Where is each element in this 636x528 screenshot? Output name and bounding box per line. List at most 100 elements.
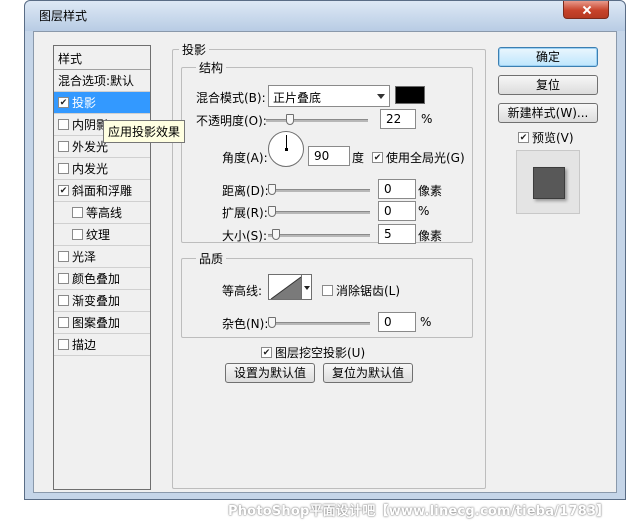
noise-unit: %	[420, 315, 432, 329]
anti-alias-toggle[interactable]: 消除锯齿(L)	[322, 282, 400, 299]
knockout-label: 图层挖空投影(U)	[275, 346, 366, 360]
angle-input[interactable]: 90	[308, 146, 350, 166]
preview-label: 预览(V)	[532, 131, 574, 145]
style-list-item[interactable]: 混合选项:默认	[54, 70, 150, 92]
blend-mode-select[interactable]: 正片叠底	[268, 85, 390, 107]
structure-title: 结构	[196, 59, 227, 76]
style-list-item[interactable]: 描边	[54, 334, 150, 356]
style-items: 混合选项:默认 ✔ 投影 内阴影 外发光 内发光 ✔ 斜面和浮雕 等高线 纹理 光泽 颜色叠加 渐变叠加…	[54, 70, 150, 356]
drop-shadow-title: 投影	[179, 41, 210, 58]
style-item-label: 纹理	[86, 228, 111, 242]
anti-alias-checkbox[interactable]	[322, 285, 333, 296]
layer-style-dialog: 图层样式 样式 混合选项:默认 ✔ 投影 内阴影 外发光 内发光 ✔ 斜面和浮雕 等高线 纹理 光泽…	[24, 0, 626, 500]
spread-slider[interactable]	[268, 206, 370, 217]
size-slider-thumb[interactable]	[272, 229, 280, 240]
style-list-header[interactable]: 样式	[54, 46, 150, 70]
anti-alias-label: 消除锯齿(L)	[336, 284, 401, 298]
style-item-checkbox[interactable]	[58, 295, 69, 306]
angle-unit: 度	[352, 151, 365, 165]
blend-mode-label: 混合模式(B):	[196, 91, 266, 105]
style-item-label: 光泽	[72, 250, 97, 264]
style-item-label: 混合选项:默认	[58, 74, 135, 88]
style-list-item[interactable]: 光泽	[54, 246, 150, 268]
style-item-checkbox[interactable]	[58, 273, 69, 284]
style-list-item[interactable]: 图案叠加	[54, 312, 150, 334]
style-item-label: 内发光	[72, 162, 109, 176]
noise-slider-thumb[interactable]	[268, 317, 276, 328]
style-item-checkbox[interactable]	[58, 317, 69, 328]
distance-input[interactable]: 0	[378, 179, 416, 199]
style-list-item[interactable]: 纹理	[54, 224, 150, 246]
style-item-label: 投影	[72, 96, 97, 110]
style-item-checkbox[interactable]	[72, 229, 83, 240]
spread-label: 扩展(R):	[222, 206, 268, 220]
style-list-item[interactable]: 颜色叠加	[54, 268, 150, 290]
title-bar[interactable]: 图层样式	[25, 1, 625, 31]
style-list-item[interactable]: ✔ 投影	[54, 92, 150, 114]
style-item-label: 描边	[72, 338, 97, 352]
window-title: 图层样式	[39, 9, 88, 23]
new-style-button[interactable]: 新建样式(W)...	[498, 103, 598, 123]
make-default-button[interactable]: 设置为默认值	[225, 363, 315, 383]
preview-swatch	[533, 167, 565, 199]
noise-slider[interactable]	[268, 317, 370, 328]
quality-title: 品质	[196, 250, 227, 267]
opacity-input[interactable]: 22	[380, 109, 416, 129]
style-item-label: 等高线	[86, 206, 123, 220]
reset-button[interactable]: 复位	[498, 75, 598, 95]
style-item-checkbox[interactable]: ✔	[58, 185, 69, 196]
ok-button[interactable]: 确定	[498, 47, 598, 67]
global-light-toggle[interactable]: ✔ 使用全局光(G)	[372, 149, 465, 166]
style-list-item[interactable]: 等高线	[54, 202, 150, 224]
global-light-checkbox[interactable]: ✔	[372, 152, 383, 163]
style-item-checkbox[interactable]	[58, 251, 69, 262]
distance-slider[interactable]	[268, 184, 370, 195]
style-item-label: 斜面和浮雕	[72, 184, 133, 198]
knockout-toggle[interactable]: ✔ 图层挖空投影(U)	[261, 344, 365, 361]
style-item-label: 颜色叠加	[72, 272, 121, 286]
noise-input[interactable]: 0	[378, 312, 416, 332]
structure-group: 结构 混合模式(B): 正片叠底 不透明度(O): 22 % 角度(A): 90…	[181, 59, 473, 244]
preview-toggle[interactable]: ✔ 预览(V)	[518, 129, 574, 146]
distance-slider-thumb[interactable]	[268, 184, 276, 195]
distance-unit: 像素	[418, 184, 443, 198]
shadow-color-swatch[interactable]	[395, 86, 425, 104]
style-list-item[interactable]: 内发光	[54, 158, 150, 180]
distance-label: 距离(D):	[222, 184, 269, 198]
spread-unit: %	[418, 204, 430, 218]
style-item-checkbox[interactable]	[58, 163, 69, 174]
style-item-checkbox[interactable]	[58, 339, 69, 350]
knockout-checkbox[interactable]: ✔	[261, 347, 272, 358]
angle-center	[285, 148, 288, 151]
preview-checkbox[interactable]: ✔	[518, 132, 529, 143]
size-slider[interactable]	[268, 229, 370, 240]
style-item-checkbox[interactable]	[58, 119, 69, 130]
opacity-label: 不透明度(O):	[196, 114, 267, 128]
size-input[interactable]: 5	[378, 224, 416, 244]
quality-group: 品质 等高线: 消除锯齿(L) 杂色(N): 0 %	[181, 250, 473, 338]
style-list-item[interactable]: ✔ 斜面和浮雕	[54, 180, 150, 202]
angle-dial[interactable]	[268, 131, 304, 167]
reset-default-button[interactable]: 复位为默认值	[323, 363, 413, 383]
style-list: 样式 混合选项:默认 ✔ 投影 内阴影 外发光 内发光 ✔ 斜面和浮雕 等高线 纹理 光泽 颜色叠加渐…	[53, 45, 151, 490]
opacity-unit: %	[421, 112, 433, 126]
contour-preview[interactable]	[268, 274, 302, 300]
spread-slider-thumb[interactable]	[268, 206, 276, 217]
style-list-item[interactable]: 渐变叠加	[54, 290, 150, 312]
style-item-label: 渐变叠加	[72, 294, 121, 308]
contour-dropdown[interactable]	[302, 274, 312, 300]
dialog-body: 样式 混合选项:默认 ✔ 投影 内阴影 外发光 内发光 ✔ 斜面和浮雕 等高线 纹理 光泽 颜色叠加渐…	[33, 31, 617, 493]
drop-shadow-group: 投影 结构 混合模式(B): 正片叠底 不透明度(O): 22 % 角度(A):	[172, 41, 486, 489]
size-unit: 像素	[418, 229, 443, 243]
opacity-slider[interactable]	[266, 114, 368, 125]
blend-mode-value: 正片叠底	[273, 91, 322, 105]
contour-curve-icon	[270, 276, 301, 299]
style-item-checkbox[interactable]: ✔	[58, 97, 69, 108]
style-item-checkbox[interactable]	[58, 141, 69, 152]
style-item-checkbox[interactable]	[72, 207, 83, 218]
close-icon[interactable]	[563, 1, 609, 19]
opacity-slider-thumb[interactable]	[286, 114, 294, 125]
chevron-down-icon	[377, 94, 385, 99]
spread-input[interactable]: 0	[378, 201, 416, 221]
noise-label: 杂色(N):	[222, 317, 269, 331]
